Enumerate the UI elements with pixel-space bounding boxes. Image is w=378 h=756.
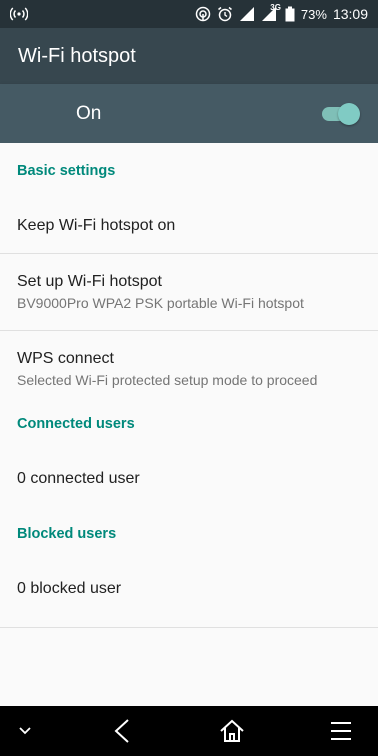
- list-item-title: 0 blocked user: [17, 580, 122, 597]
- battery-icon: [285, 6, 295, 22]
- section-header-basic: Basic settings: [17, 163, 116, 179]
- list-item-title: 0 connected user: [17, 470, 140, 487]
- page-title: Wi-Fi hotspot: [18, 44, 136, 67]
- navigation-bar: [0, 706, 378, 756]
- wifi-signal-icon: [239, 6, 255, 22]
- list-item-keep-on[interactable]: Keep Wi-Fi hotspot on: [0, 199, 378, 254]
- status-bar-left: [10, 7, 28, 21]
- cellular-signal-icon: 3G: [261, 3, 281, 22]
- section-header-blocked: Blocked users: [17, 526, 117, 542]
- master-switch-label: On: [76, 102, 102, 124]
- master-switch-bar[interactable]: On: [0, 84, 378, 143]
- list-item-title: Keep Wi-Fi hotspot on: [17, 217, 176, 234]
- status-bar-right: 3G 73% 13:09: [195, 3, 368, 22]
- chevron-down-icon[interactable]: [12, 709, 38, 753]
- network-type-label: 3G: [270, 3, 281, 12]
- status-bar: 3G 73% 13:09: [0, 0, 378, 28]
- list-item-connected-users[interactable]: 0 connected user: [0, 441, 378, 517]
- list-item-summary: BV9000Pro WPA2 PSK portable Wi-Fi hotspo…: [17, 295, 304, 311]
- master-switch-toggle[interactable]: [322, 102, 360, 126]
- settings-list: Basic settings Keep Wi-Fi hotspot on Set…: [0, 143, 378, 628]
- list-item-summary: Selected Wi-Fi protected setup mode to p…: [17, 372, 318, 388]
- back-icon[interactable]: [97, 709, 147, 753]
- clock: 13:09: [332, 6, 368, 22]
- home-icon[interactable]: [207, 709, 257, 753]
- hotspot-icon: [10, 7, 28, 21]
- app-bar: Wi-Fi hotspot: [0, 28, 378, 84]
- section-header-connected: Connected users: [17, 416, 135, 432]
- alarm-icon: [217, 6, 233, 22]
- list-item-wps-connect[interactable]: WPS connect Selected Wi-Fi protected set…: [0, 331, 378, 407]
- cast-icon: [195, 6, 211, 22]
- list-item-title: Set up Wi-Fi hotspot: [17, 273, 162, 290]
- menu-icon[interactable]: [316, 709, 366, 753]
- battery-percent: 73%: [300, 6, 327, 22]
- list-item-title: WPS connect: [17, 350, 114, 367]
- list-item-blocked-users[interactable]: 0 blocked user: [0, 551, 378, 628]
- list-item-setup-hotspot[interactable]: Set up Wi-Fi hotspot BV9000Pro WPA2 PSK …: [0, 254, 378, 331]
- toggle-thumb: [338, 102, 360, 125]
